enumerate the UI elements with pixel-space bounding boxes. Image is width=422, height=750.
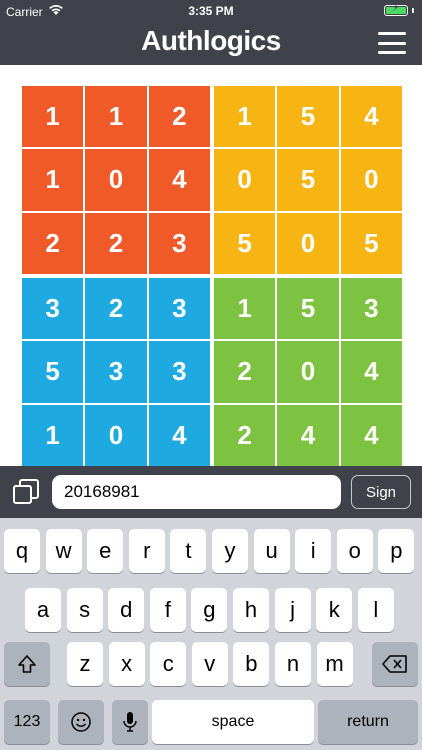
emoji-icon[interactable] [58, 700, 104, 744]
key-c[interactable]: c [150, 642, 187, 686]
key-d[interactable]: d [108, 588, 145, 632]
key-r[interactable]: r [128, 529, 165, 573]
grid-quadrant-bottom-right: 153204244 [214, 278, 402, 466]
grid-cell: 4 [148, 149, 210, 211]
grid-cell: 3 [148, 212, 210, 274]
sign-button[interactable]: Sign [351, 475, 411, 509]
grid-cell: 4 [340, 404, 402, 466]
app-logo: Authlogics [141, 25, 281, 56]
grid-cell: 4 [340, 86, 402, 148]
key-q[interactable]: q [4, 529, 40, 573]
key-m[interactable]: m [316, 642, 353, 686]
grid-cell: 1 [22, 404, 84, 466]
key-f[interactable]: f [149, 588, 186, 632]
microphone-icon[interactable] [112, 700, 148, 744]
key-o[interactable]: o [336, 529, 373, 573]
grid-cell: 0 [214, 149, 276, 211]
grid-cell: 0 [85, 149, 147, 211]
grid-cell: 2 [22, 212, 84, 274]
key-a[interactable]: a [25, 588, 61, 632]
grid-cell: 1 [214, 278, 276, 340]
grid-cell: 2 [85, 278, 147, 340]
grid-cell: 4 [277, 404, 339, 466]
grid-quadrant-top-right: 154050505 [214, 86, 402, 274]
copy-icon[interactable] [12, 478, 40, 506]
key-z[interactable]: z [67, 642, 103, 686]
key-w[interactable]: w [45, 529, 82, 573]
key-l[interactable]: l [357, 588, 394, 632]
key-v[interactable]: v [191, 642, 228, 686]
grid-cell: 1 [22, 149, 84, 211]
grid-cell: 3 [85, 341, 147, 403]
grid-cell: 5 [277, 278, 339, 340]
key-n[interactable]: n [275, 642, 311, 686]
key-k[interactable]: k [316, 588, 353, 632]
grid-cell: 5 [22, 341, 84, 403]
key-g[interactable]: g [191, 588, 228, 632]
grid-cell: 0 [340, 149, 402, 211]
key-s[interactable]: s [66, 588, 103, 632]
backspace-icon[interactable] [372, 642, 418, 686]
grid-cell: 5 [340, 212, 402, 274]
grid-cell: 4 [148, 404, 210, 466]
key-h[interactable]: h [233, 588, 269, 632]
grid-cell: 3 [148, 278, 210, 340]
key-t[interactable]: t [170, 529, 207, 573]
grid-quadrant-bottom-left: 323533104 [22, 278, 210, 466]
hamburger-menu-icon[interactable] [378, 32, 406, 54]
key-u[interactable]: u [253, 529, 290, 573]
grid-cell: 5 [214, 212, 276, 274]
grid-cell: 2 [214, 404, 276, 466]
grid-cell: 3 [340, 278, 402, 340]
battery-charging-icon: ⚡ [384, 3, 414, 16]
status-bar: Carrier 3:35 PM ⚡ [0, 0, 422, 22]
grid-cell: 2 [85, 212, 147, 274]
key-p[interactable]: p [378, 529, 415, 573]
numbers-key[interactable]: 123 [4, 700, 50, 744]
grid-quadrant-top-left: 112104223 [22, 86, 210, 274]
grid-cell: 5 [277, 86, 339, 148]
key-y[interactable]: y [212, 529, 248, 573]
grid-cell: 0 [277, 212, 339, 274]
grid-cell: 1 [22, 86, 84, 148]
space-key[interactable]: space [152, 700, 314, 744]
grid-cell: 0 [85, 404, 147, 466]
grid-cell: 2 [214, 341, 276, 403]
grid-cell: 4 [340, 341, 402, 403]
grid-cell: 2 [148, 86, 210, 148]
passcode-input[interactable] [52, 475, 341, 509]
onscreen-keyboard: qwertyuiop asdfghjkl zxcvbnm 123 space r… [0, 518, 422, 750]
key-b[interactable]: b [233, 642, 270, 686]
grid-cell: 1 [85, 86, 147, 148]
grid-cell: 3 [148, 341, 210, 403]
key-e[interactable]: e [87, 529, 124, 573]
return-key[interactable]: return [318, 700, 418, 744]
passcode-grid: 112104223 154050505 323533104 153204244 [22, 86, 402, 466]
grid-cell: 3 [22, 278, 84, 340]
key-i[interactable]: i [295, 529, 332, 573]
app-header: Carrier 3:35 PM ⚡ Authlogics [0, 0, 422, 65]
input-bar: Sign [0, 466, 422, 518]
status-time: 3:35 PM [188, 4, 234, 18]
grid-cell: 0 [277, 341, 339, 403]
grid-cell: 1 [214, 86, 276, 148]
key-x[interactable]: x [108, 642, 145, 686]
shift-icon[interactable] [4, 642, 50, 686]
key-j[interactable]: j [274, 588, 311, 632]
grid-cell: 5 [277, 149, 339, 211]
